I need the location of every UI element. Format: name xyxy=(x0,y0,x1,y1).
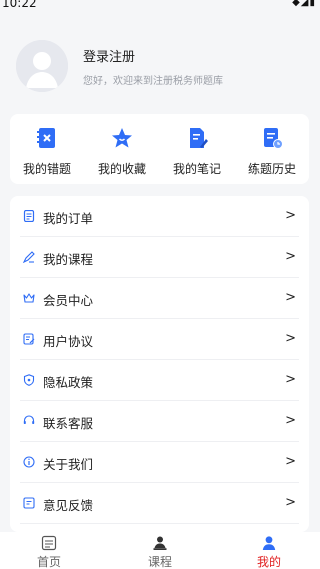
wrong-questions-icon xyxy=(35,126,59,150)
quick-favorites[interactable]: 我的收藏 xyxy=(85,114,159,184)
chevron-right-icon: > xyxy=(285,208,296,223)
menu-item-privacy-policy[interactable]: 隐私政策 > xyxy=(10,360,309,401)
quick-label: 练题历史 xyxy=(247,162,296,176)
tab-home[interactable]: 首页 xyxy=(9,532,89,569)
agreement-icon xyxy=(23,333,35,345)
course-icon xyxy=(23,251,35,263)
menu-label: 我的课程 xyxy=(43,252,94,267)
menu-list: 我的订单 > 我的课程 > 会员中心 > 用户协议 > 隐私政策 > 联系客服 … xyxy=(10,196,309,532)
chevron-right-icon: > xyxy=(285,331,296,346)
bottom-tab-bar: 首页 课程 我的 xyxy=(0,532,320,569)
course-tab-icon xyxy=(152,535,168,551)
menu-label: 联系客服 xyxy=(43,416,94,431)
menu-item-feedback[interactable]: 意见反馈 > xyxy=(10,483,309,524)
quick-label: 我的收藏 xyxy=(97,162,146,176)
status-icons: ◆◢▮ xyxy=(292,0,316,8)
chevron-right-icon: > xyxy=(285,249,296,264)
quick-label: 我的笔记 xyxy=(172,162,221,176)
menu-label: 意见反馈 xyxy=(43,498,94,513)
shield-icon xyxy=(23,374,35,386)
crown-icon xyxy=(23,292,35,304)
info-icon xyxy=(23,456,35,468)
user-icon xyxy=(261,535,277,551)
menu-item-customer-service[interactable]: 联系客服 > xyxy=(10,401,309,442)
quick-history[interactable]: 练题历史 xyxy=(235,114,309,184)
home-icon xyxy=(41,535,57,551)
quick-wrong-questions[interactable]: 我的错题 xyxy=(10,114,84,184)
tab-courses[interactable]: 课程 xyxy=(120,532,200,569)
menu-item-courses[interactable]: 我的课程 > xyxy=(10,237,309,278)
quick-notes[interactable]: 我的笔记 xyxy=(160,114,234,184)
tab-label: 课程 xyxy=(147,555,172,569)
chevron-right-icon: > xyxy=(285,413,296,428)
chevron-right-icon: > xyxy=(285,290,296,305)
menu-item-orders[interactable]: 我的订单 > xyxy=(10,196,309,237)
menu-label: 关于我们 xyxy=(43,457,94,472)
chevron-right-icon: > xyxy=(285,372,296,387)
profile-header[interactable]: 登录注册 您好，欢迎来到注册税务师题库 xyxy=(0,30,320,100)
menu-item-user-agreement[interactable]: 用户协议 > xyxy=(10,319,309,360)
tab-label: 我的 xyxy=(256,555,281,569)
menu-item-membership[interactable]: 会员中心 > xyxy=(10,278,309,319)
history-icon xyxy=(260,126,284,150)
menu-label: 我的订单 xyxy=(43,211,94,226)
tab-mine[interactable]: 我的 xyxy=(229,532,309,569)
order-icon xyxy=(23,210,35,222)
login-register-link[interactable]: 登录注册 xyxy=(83,46,135,65)
menu-label: 隐私政策 xyxy=(43,375,94,390)
chevron-right-icon: > xyxy=(285,495,296,510)
welcome-text: 您好，欢迎来到注册税务师题库 xyxy=(83,76,223,87)
menu-label: 会员中心 xyxy=(43,293,94,308)
menu-label: 用户协议 xyxy=(43,334,94,349)
avatar-placeholder-icon xyxy=(16,40,68,92)
headset-icon xyxy=(23,415,35,427)
note-pen-icon xyxy=(185,126,209,150)
quick-label: 我的错题 xyxy=(22,162,71,176)
feedback-icon xyxy=(23,497,35,509)
quick-actions-card: 我的错题 我的收藏 我的笔记 练题历史 xyxy=(10,114,309,184)
avatar[interactable] xyxy=(16,40,68,92)
menu-item-about-us[interactable]: 关于我们 > xyxy=(10,442,309,483)
star-icon xyxy=(110,126,134,150)
status-time: 10:22 xyxy=(2,0,37,10)
chevron-right-icon: > xyxy=(285,454,296,469)
tab-label: 首页 xyxy=(36,555,61,569)
status-bar: 10:22 ◆◢▮ xyxy=(0,0,320,12)
